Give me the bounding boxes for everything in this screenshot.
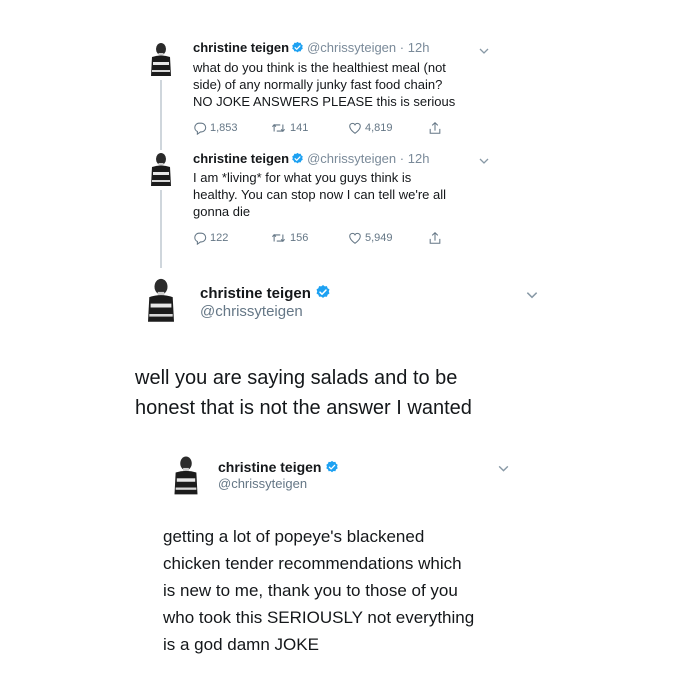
retweet-icon (270, 231, 287, 245)
avatar[interactable] (135, 275, 187, 327)
like-button[interactable]: 5,949 (348, 231, 393, 245)
like-button[interactable]: 4,819 (348, 121, 393, 135)
display-name[interactable]: christine teigen (193, 151, 289, 166)
tweet-actions: 1,853 141 4,819 (193, 121, 493, 137)
tweet-4[interactable]: christine teigen @chrissyteigen getting … (0, 445, 700, 685)
reply-count: 1,853 (210, 122, 238, 134)
user-handle[interactable]: @chrissyteigen (307, 40, 396, 55)
user-handle[interactable]: @chrissyteigen (200, 303, 303, 320)
display-name[interactable]: christine teigen (200, 285, 311, 302)
user-handle[interactable]: @chrissyteigen (307, 151, 396, 166)
tweet-text-line: is a god damn JOKE (163, 635, 319, 654)
verified-badge-icon (291, 152, 304, 165)
profile-photo-icon (141, 150, 181, 190)
chevron-down-icon[interactable] (497, 462, 510, 475)
user-handle[interactable]: @chrissyteigen (218, 476, 307, 491)
like-count: 4,819 (365, 122, 393, 134)
chevron-down-icon[interactable] (478, 155, 490, 167)
heart-icon (348, 231, 362, 245)
retweet-button[interactable]: 156 (270, 231, 308, 245)
tweet-text: getting a lot of popeye's blackened chic… (163, 523, 543, 658)
tweet-2[interactable]: christine teigen @chrissyteigen · 12h I a… (0, 145, 700, 255)
timestamp[interactable]: 12h (408, 40, 430, 55)
tweet-text-line: NO JOKE ANSWERS PLEASE this is serious (193, 94, 456, 109)
tweet-1[interactable]: christine teigen @chrissyteigen · 12h wha… (0, 0, 700, 145)
tweet-text-line: getting a lot of popeye's blackened (163, 527, 425, 546)
reply-count: 122 (210, 232, 229, 244)
retweet-button[interactable]: 141 (270, 121, 308, 135)
display-name[interactable]: christine teigen (193, 40, 289, 55)
share-icon (428, 231, 442, 245)
display-name[interactable]: christine teigen (218, 459, 321, 475)
timestamp[interactable]: 12h (408, 151, 430, 166)
verified-badge-icon (325, 460, 339, 474)
reply-button[interactable]: 122 (193, 231, 228, 245)
tweet-header: christine teigen @chrissyteigen · 12h (193, 40, 429, 55)
tweet-text-line: I am *living* for what you guys think is (193, 170, 412, 185)
verified-badge-icon (315, 284, 331, 300)
separator-dot: · (399, 151, 405, 166)
avatar[interactable] (163, 453, 209, 499)
retweet-count: 141 (290, 122, 309, 134)
chevron-down-icon[interactable] (478, 45, 490, 57)
tweet-text-line: side) of any normally junky fast food ch… (193, 77, 443, 92)
avatar[interactable] (141, 150, 181, 190)
tweet-text: I am *living* for what you guys think is… (193, 169, 523, 220)
tweet-text-line: honest that is not the answer I wanted (135, 397, 472, 419)
tweet-text: what do you think is the healthiest meal… (193, 59, 523, 110)
chevron-down-icon[interactable] (525, 288, 539, 302)
tweet-header: christine teigen @chrissyteigen · 12h (193, 151, 429, 166)
reply-icon (193, 121, 207, 135)
retweet-count: 156 (290, 232, 309, 244)
tweet-text-line: is new to me, thank you to those of you (163, 581, 458, 600)
profile-photo-icon (163, 453, 209, 499)
display-name-row: christine teigen (200, 284, 334, 302)
retweet-icon (270, 121, 287, 135)
reply-button[interactable]: 1,853 (193, 121, 238, 135)
tweet-text-line: healthy. You can stop now I can tell we'… (193, 187, 447, 202)
profile-photo-icon (141, 40, 181, 80)
tweet-text-line: who took this SERIOUSLY not everything (163, 608, 475, 627)
tweet-text-line: chicken tender recommendations which (163, 554, 462, 573)
heart-icon (348, 121, 362, 135)
reply-icon (193, 231, 207, 245)
share-icon (428, 121, 442, 135)
tweet-text-line: well you are saying salads and to be (135, 367, 458, 389)
separator-dot: · (399, 40, 405, 55)
share-button[interactable] (428, 121, 442, 135)
avatar[interactable] (141, 40, 181, 80)
tweet-text: well you are saying salads and to be hon… (135, 363, 555, 423)
tweet-text-line: gonna die (193, 204, 251, 219)
profile-photo-icon (135, 275, 187, 327)
tweet-actions: 122 156 5,949 (193, 231, 493, 247)
tweet-text-line: what do you think is the healthiest meal… (193, 60, 446, 75)
display-name-row: christine teigen (218, 459, 342, 475)
like-count: 5,949 (365, 232, 393, 244)
verified-badge-icon (291, 41, 304, 54)
share-button[interactable] (428, 231, 442, 245)
tweet-3[interactable]: christine teigen @chrissyteigen well you… (0, 265, 700, 435)
